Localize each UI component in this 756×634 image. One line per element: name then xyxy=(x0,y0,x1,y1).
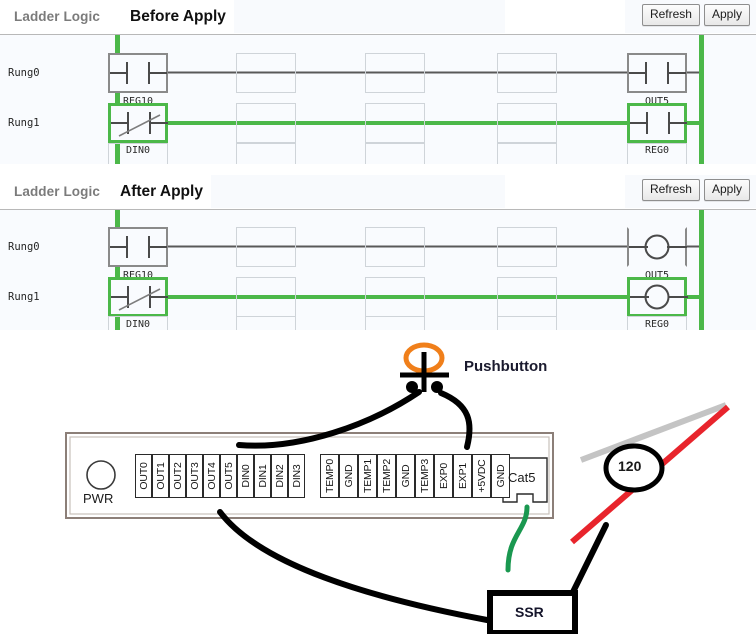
empty-slot[interactable] xyxy=(497,227,557,267)
empty-slot[interactable] xyxy=(497,277,557,317)
panel-buttons: Refresh Apply xyxy=(641,179,750,201)
apply-button[interactable]: Apply xyxy=(703,179,750,201)
terminal-temp1[interactable]: TEMP1 xyxy=(358,454,377,498)
ladder-element-din0[interactable]: DIN0 xyxy=(108,277,168,330)
terminal-exp0[interactable]: EXP0 xyxy=(434,454,453,498)
ladder-logic-panel-before: Ladder Logic Before Apply Refresh Apply … xyxy=(0,0,756,164)
ladder-element-din0[interactable]: DIN0 xyxy=(108,103,168,156)
tab-state-before-apply[interactable]: Before Apply xyxy=(122,0,234,33)
coil-icon xyxy=(644,234,670,260)
screenshot-root: Ladder Logic Before Apply Refresh Apply … xyxy=(0,0,756,634)
tab-filler-c xyxy=(405,175,505,208)
apply-button[interactable]: Apply xyxy=(703,4,750,26)
panel-buttons: Refresh Apply xyxy=(641,4,750,26)
empty-slot[interactable] xyxy=(236,53,296,93)
empty-slot[interactable] xyxy=(236,277,296,317)
nc-slash-icon xyxy=(118,114,161,137)
terminal-out2[interactable]: OUT2 xyxy=(169,454,186,498)
terminal-temp3[interactable]: TEMP3 xyxy=(415,454,434,498)
tab-filler-c xyxy=(402,0,505,33)
right-power-rail xyxy=(699,35,704,164)
empty-slot[interactable] xyxy=(236,103,296,143)
tab-ladder-logic[interactable]: Ladder Logic xyxy=(6,175,108,208)
tab-filler-b xyxy=(505,0,625,33)
terminal-5vdc[interactable]: +5VDC xyxy=(472,454,491,498)
wiring-diagram: OUT0 OUT1 OUT2 OUT3 OUT4 OUT5 DIN0 DIN1 … xyxy=(0,330,756,634)
nc-slash-icon xyxy=(118,288,161,311)
coil-icon xyxy=(644,284,670,310)
pushbutton-contact-right xyxy=(431,381,443,393)
right-power-rail xyxy=(699,210,704,332)
tab-filler-b xyxy=(505,175,625,208)
pwr-led-icon xyxy=(86,460,116,490)
terminal-gnd-0[interactable]: GND xyxy=(339,454,358,498)
empty-slot[interactable] xyxy=(497,53,557,93)
rung-label-0: Rung0 xyxy=(8,67,40,79)
empty-slot[interactable] xyxy=(236,227,296,267)
cat5-label: Cat5 xyxy=(508,470,536,485)
out5-to-ssr-wire xyxy=(217,509,490,623)
terminal-temp2[interactable]: TEMP2 xyxy=(377,454,396,498)
empty-slot[interactable] xyxy=(627,143,687,164)
pushbutton-label: Pushbutton xyxy=(464,358,548,375)
empty-slot[interactable] xyxy=(108,143,168,164)
empty-slot[interactable] xyxy=(497,103,557,143)
terminal-out0[interactable]: OUT0 xyxy=(135,454,152,498)
terminal-din1[interactable]: DIN1 xyxy=(254,454,271,498)
panel-tabbar: Ladder Logic Before Apply Refresh Apply xyxy=(0,0,756,35)
empty-slot[interactable] xyxy=(365,53,425,93)
ladder-canvas: Rung0 REG10 OUT5 Rung1 DIN0 REG0 xyxy=(0,35,756,164)
rung-label-1: Rung1 xyxy=(8,291,40,303)
mains-120-label: 120 xyxy=(618,458,642,474)
ladder-element-out5[interactable]: OUT5 xyxy=(627,227,687,281)
terminal-out3[interactable]: OUT3 xyxy=(186,454,203,498)
tab-state-after-apply[interactable]: After Apply xyxy=(112,175,211,208)
terminal-out1[interactable]: OUT1 xyxy=(152,454,169,498)
terminal-out4[interactable]: OUT4 xyxy=(203,454,220,498)
pwr-label: PWR xyxy=(83,491,114,506)
pushbutton-contact-left xyxy=(406,381,418,393)
empty-slot[interactable] xyxy=(365,103,425,143)
terminal-din2[interactable]: DIN2 xyxy=(271,454,288,498)
ladder-logic-panel-after: Ladder Logic After Apply Refresh Apply R… xyxy=(0,175,756,332)
tab-ladder-logic[interactable]: Ladder Logic xyxy=(6,0,108,33)
terminal-exp1[interactable]: EXP1 xyxy=(453,454,472,498)
panel-tabbar: Ladder Logic After Apply Refresh Apply xyxy=(0,175,756,210)
ladder-element-reg10[interactable]: REG10 xyxy=(108,227,168,281)
ladder-canvas: Rung0 REG10 OUT5 Rung1 DIN0 REG0 xyxy=(0,210,756,332)
ssr-label: SSR xyxy=(515,604,544,620)
ladder-element-out5[interactable]: OUT5 xyxy=(627,53,687,107)
terminal-temp0[interactable]: TEMP0 xyxy=(320,454,339,498)
empty-slot[interactable] xyxy=(497,143,557,164)
ladder-element-reg10[interactable]: REG10 xyxy=(108,53,168,107)
ladder-element-reg0[interactable]: REG0 xyxy=(627,103,687,156)
empty-slot[interactable] xyxy=(236,143,296,164)
refresh-button[interactable]: Refresh xyxy=(641,179,700,201)
refresh-button[interactable]: Refresh xyxy=(641,4,700,26)
terminal-din3[interactable]: DIN3 xyxy=(288,454,305,498)
rung-label-1: Rung1 xyxy=(8,117,40,129)
empty-slot[interactable] xyxy=(365,143,425,164)
terminal-gnd-1[interactable]: GND xyxy=(396,454,415,498)
terminal-din0[interactable]: DIN0 xyxy=(237,454,254,498)
rung-label-0: Rung0 xyxy=(8,241,40,253)
terminal-out5[interactable]: OUT5 xyxy=(220,454,237,498)
ladder-element-reg0[interactable]: REG0 xyxy=(627,277,688,330)
empty-slot[interactable] xyxy=(365,277,425,317)
empty-slot[interactable] xyxy=(365,227,425,267)
